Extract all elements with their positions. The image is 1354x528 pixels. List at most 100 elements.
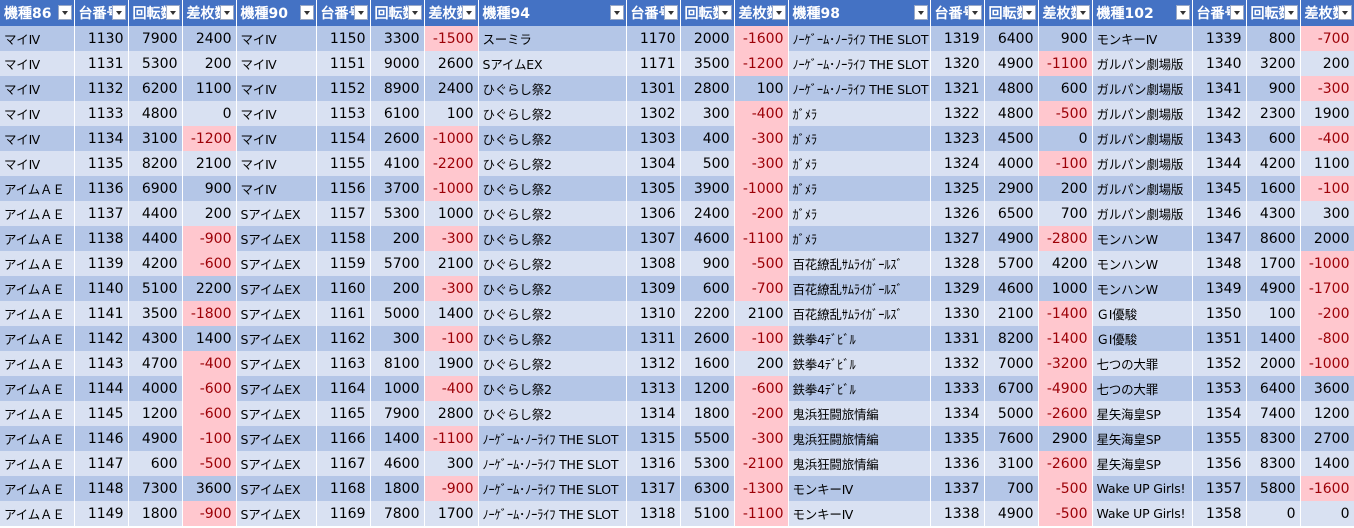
table-cell[interactable]: 1312 — [626, 351, 681, 376]
table-cell[interactable]: スーミラ — [478, 26, 627, 51]
table-cell[interactable]: 2800 — [424, 401, 479, 426]
column-header[interactable]: 回転数 — [680, 0, 735, 26]
table-cell[interactable]: 2400 — [182, 26, 237, 51]
table-cell[interactable]: 1348 — [1192, 251, 1247, 276]
table-cell[interactable]: 4500 — [984, 126, 1039, 151]
table-cell[interactable]: -1800 — [182, 301, 237, 326]
column-header[interactable]: 台番号 — [930, 0, 985, 26]
table-cell[interactable]: SアイムEX — [236, 401, 317, 426]
table-cell[interactable]: 1347 — [1192, 226, 1247, 251]
table-cell[interactable]: 2200 — [680, 301, 735, 326]
table-cell[interactable]: 200 — [370, 226, 425, 251]
table-cell[interactable]: 1400 — [182, 326, 237, 351]
table-cell[interactable]: 0 — [182, 101, 237, 126]
table-cell[interactable]: 3100 — [128, 126, 183, 151]
table-cell[interactable]: 1100 — [1300, 151, 1354, 176]
column-header[interactable]: 機種90 — [236, 0, 317, 26]
table-cell[interactable]: -1100 — [424, 426, 479, 451]
table-cell[interactable]: 5300 — [680, 451, 735, 476]
table-cell[interactable]: 5300 — [370, 201, 425, 226]
table-cell[interactable]: Wake UP Girls! — [1092, 476, 1193, 501]
table-cell[interactable]: 1164 — [316, 376, 371, 401]
table-cell[interactable]: 300 — [424, 451, 479, 476]
table-cell[interactable]: 1337 — [930, 476, 985, 501]
table-cell[interactable]: 7800 — [370, 501, 425, 526]
table-cell[interactable]: 1153 — [316, 101, 371, 126]
table-cell[interactable]: 1157 — [316, 201, 371, 226]
table-cell[interactable]: 4300 — [128, 326, 183, 351]
spreadsheet[interactable]: { "colors": {"header_bg":"#4472c4","row_… — [0, 0, 1354, 528]
table-cell[interactable]: ﾉｰｹﾞｰﾑ･ﾉｰﾗｲﾌ THE SLOT — [478, 501, 627, 526]
table-cell[interactable]: 1132 — [74, 76, 129, 101]
table-cell[interactable]: 1308 — [626, 251, 681, 276]
table-cell[interactable]: 星矢海皇SP — [1092, 401, 1193, 426]
table-cell[interactable]: 1900 — [424, 351, 479, 376]
table-cell[interactable]: SアイムEX — [236, 326, 317, 351]
table-cell[interactable]: ひぐらし祭2 — [478, 301, 627, 326]
table-cell[interactable]: -1100 — [734, 501, 789, 526]
table-cell[interactable]: アイムＡＥ — [0, 376, 75, 401]
table-cell[interactable]: 鉄拳4ﾃﾞﾋﾞﾙ — [788, 326, 931, 351]
table-cell[interactable]: 1800 — [128, 501, 183, 526]
filter-dropdown-icon[interactable] — [165, 5, 180, 20]
table-cell[interactable]: 2200 — [182, 276, 237, 301]
table-cell[interactable]: 1700 — [424, 501, 479, 526]
table-cell[interactable]: 700 — [984, 476, 1039, 501]
table-cell[interactable]: -300 — [424, 226, 479, 251]
table-cell[interactable]: 8300 — [1246, 426, 1301, 451]
table-cell[interactable]: 百花繚乱ｻﾑﾗｲｶﾞｰﾙｽﾞ — [788, 301, 931, 326]
table-cell[interactable]: 2600 — [424, 51, 479, 76]
table-cell[interactable]: 5700 — [984, 251, 1039, 276]
table-cell[interactable]: 6900 — [128, 176, 183, 201]
table-cell[interactable]: 1145 — [74, 401, 129, 426]
table-cell[interactable]: -600 — [734, 376, 789, 401]
table-cell[interactable]: 1161 — [316, 301, 371, 326]
table-cell[interactable]: 4800 — [128, 101, 183, 126]
table-cell[interactable]: ひぐらし祭2 — [478, 151, 627, 176]
table-cell[interactable]: 3900 — [680, 176, 735, 201]
table-cell[interactable]: アイムＡＥ — [0, 351, 75, 376]
table-cell[interactable]: 8200 — [984, 326, 1039, 351]
table-cell[interactable]: 1400 — [1300, 451, 1354, 476]
table-cell[interactable]: 5700 — [370, 251, 425, 276]
table-cell[interactable]: 鉄拳4ﾃﾞﾋﾞﾙ — [788, 351, 931, 376]
filter-dropdown-icon[interactable] — [57, 5, 72, 20]
table-cell[interactable]: 1131 — [74, 51, 129, 76]
table-cell[interactable]: SアイムEX — [236, 251, 317, 276]
table-cell[interactable]: 1149 — [74, 501, 129, 526]
table-cell[interactable]: -2100 — [734, 451, 789, 476]
table-cell[interactable]: 1600 — [1246, 176, 1301, 201]
table-cell[interactable]: 5000 — [370, 301, 425, 326]
column-header[interactable]: 台番号 — [316, 0, 371, 26]
table-cell[interactable]: 1146 — [74, 426, 129, 451]
column-header[interactable]: 機種102 — [1092, 0, 1193, 26]
table-cell[interactable]: SアイムEX — [236, 501, 317, 526]
table-cell[interactable]: 1154 — [316, 126, 371, 151]
table-cell[interactable]: 5800 — [1246, 476, 1301, 501]
table-cell[interactable]: 1135 — [74, 151, 129, 176]
table-cell[interactable]: SアイムEX — [236, 226, 317, 251]
table-cell[interactable]: 4900 — [984, 501, 1039, 526]
table-cell[interactable]: 1324 — [930, 151, 985, 176]
table-cell[interactable]: マイⅣ — [236, 101, 317, 126]
table-cell[interactable]: 200 — [734, 351, 789, 376]
table-cell[interactable]: -1000 — [1300, 251, 1354, 276]
table-cell[interactable]: 8600 — [1246, 226, 1301, 251]
table-cell[interactable]: -400 — [1300, 126, 1354, 151]
table-cell[interactable]: SアイムEX — [236, 476, 317, 501]
table-cell[interactable]: モンハンW — [1092, 226, 1193, 251]
table-cell[interactable]: 2100 — [984, 301, 1039, 326]
table-cell[interactable]: -200 — [734, 201, 789, 226]
table-cell[interactable]: 300 — [680, 101, 735, 126]
table-cell[interactable]: マイⅣ — [236, 26, 317, 51]
table-cell[interactable]: アイムＡＥ — [0, 176, 75, 201]
table-cell[interactable]: 8900 — [370, 76, 425, 101]
table-cell[interactable]: 1306 — [626, 201, 681, 226]
table-cell[interactable]: SアイムEX — [478, 51, 627, 76]
table-cell[interactable]: ｶﾞﾒﾗ — [788, 201, 931, 226]
filter-dropdown-icon[interactable] — [1075, 5, 1090, 20]
table-cell[interactable]: 1156 — [316, 176, 371, 201]
table-cell[interactable]: SアイムEX — [236, 301, 317, 326]
table-cell[interactable]: 5100 — [680, 501, 735, 526]
table-cell[interactable]: 1142 — [74, 326, 129, 351]
